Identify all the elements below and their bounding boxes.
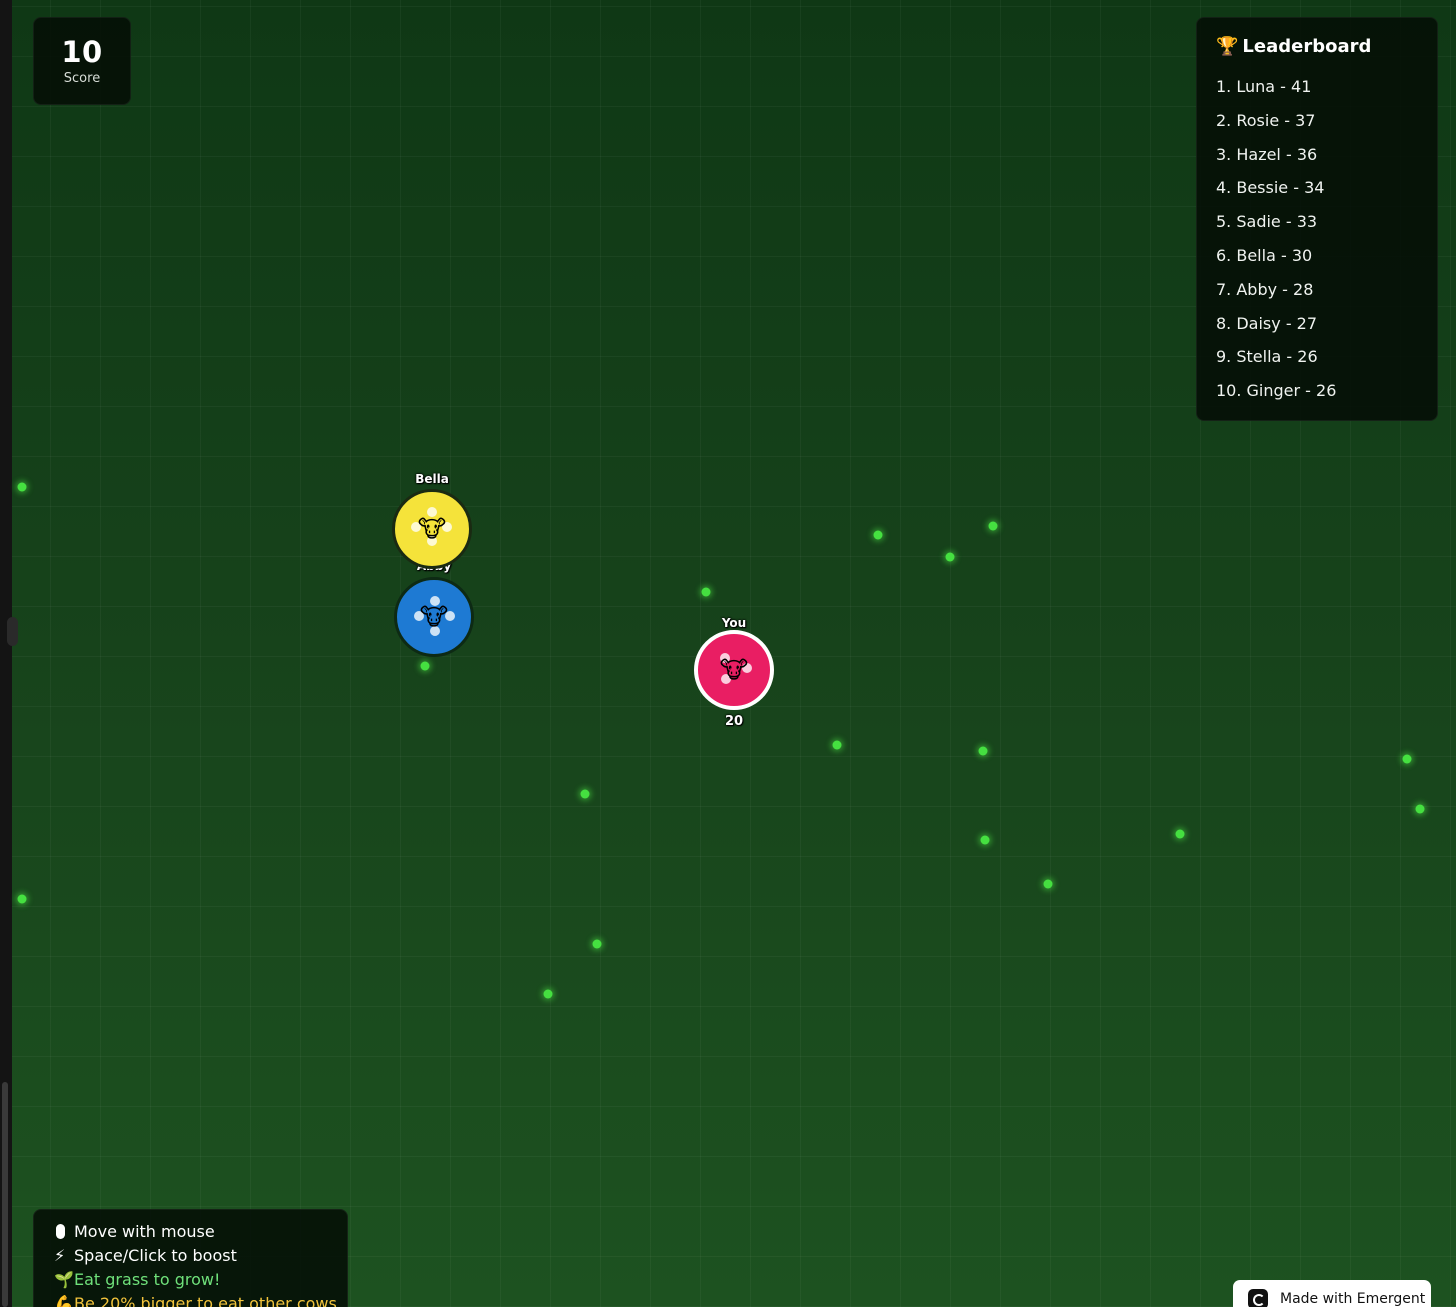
grass-pellet (832, 740, 842, 750)
leaderboard-list: 1. Luna - 41 2. Rosie - 37 3. Hazel - 36… (1216, 76, 1336, 414)
leaderboard-entry: 6. Bella - 30 (1216, 245, 1313, 265)
instruction-eat: 💪Be 20% bigger to eat other cows (54, 1294, 337, 1307)
grass-pellet (580, 789, 590, 799)
leaderboard-entry: 4. Bessie - 34 (1216, 178, 1325, 198)
player-cow: 🐮 (694, 630, 774, 710)
cow-bella: 🐮 (392, 489, 472, 569)
cow-face-icon: 🐮 (417, 515, 447, 543)
grass-pellet (420, 661, 430, 671)
instructions-panel: Move with mouse ⚡ Space/Click to boost 🌱E… (33, 1209, 348, 1307)
grass-pellet (980, 835, 990, 845)
grass-pellet (1415, 804, 1425, 814)
score-panel: 10 Score (33, 17, 131, 105)
badge-label: Made with Emergent (1280, 1291, 1426, 1307)
instruction-text: Eat grass to grow! (74, 1270, 221, 1289)
made-with-emergent-badge[interactable]: Made with Emergent (1233, 1280, 1431, 1307)
leaderboard-entry: 2. Rosie - 37 (1216, 110, 1316, 130)
grass-pellet (945, 552, 955, 562)
instruction-text: Be 20% bigger to eat other cows (74, 1294, 337, 1307)
player-size-label: 20 (724, 714, 744, 729)
grass-pellet (1402, 754, 1412, 764)
leaderboard-entry: 8. Daisy - 27 (1216, 313, 1318, 333)
instruction-boost: ⚡ Space/Click to boost (54, 1246, 237, 1266)
mouse-icon (56, 1224, 65, 1239)
seedling-icon: 🌱 (54, 1270, 74, 1289)
lightning-icon: ⚡ (54, 1246, 66, 1265)
grass-pellet (17, 482, 27, 492)
trophy-icon: 🏆 (1216, 36, 1239, 57)
sidebar-resize-handle[interactable] (7, 617, 18, 646)
game-canvas[interactable]: Abby 🐮 Bella 🐮 You 🐮 20 10 Score 🏆Leader… (0, 0, 1456, 1307)
leaderboard-entry: 10. Ginger - 26 (1216, 381, 1337, 401)
instruction-move: Move with mouse (54, 1222, 215, 1242)
instruction-text: Space/Click to boost (74, 1246, 237, 1265)
grass-pellet (1043, 879, 1053, 889)
leaderboard-title-text: Leaderboard (1242, 36, 1372, 57)
grass-pellet (978, 746, 988, 756)
leaderboard-title: 🏆 Leaderboard (1216, 36, 1371, 58)
leaderboard-entry: 7. Abby - 28 (1216, 279, 1314, 299)
instruction-grow: 🌱Eat grass to grow! (54, 1270, 220, 1290)
instruction-text: Move with mouse (74, 1222, 215, 1241)
grass-pellet (988, 521, 998, 531)
cow-name-label: You (721, 616, 747, 630)
leaderboard-entry: 3. Hazel - 36 (1216, 144, 1318, 164)
grass-pellet (543, 989, 553, 999)
cow-face-icon: 🐮 (719, 656, 749, 684)
leaderboard-entry: 1. Luna - 41 (1216, 77, 1312, 96)
cow-abby: 🐮 (394, 577, 474, 657)
grass-pellet (592, 939, 602, 949)
cow-face-icon: 🐮 (419, 603, 449, 631)
emergent-logo-icon (1248, 1289, 1268, 1307)
leaderboard-panel: 🏆 Leaderboard 1. Luna - 41 2. Rosie - 37 … (1196, 17, 1438, 421)
grass-pellet (1175, 829, 1185, 839)
score-value: 10 (61, 35, 103, 69)
grass-pellet (873, 530, 883, 540)
scrollbar[interactable] (2, 1082, 8, 1307)
grass-pellet (701, 587, 711, 597)
cow-name-label: Bella (415, 472, 449, 486)
grass-pellet (17, 894, 27, 904)
flexed-bicep-icon: 💪 (54, 1294, 74, 1307)
leaderboard-entry: 9. Stella - 26 (1216, 347, 1318, 367)
score-label: Score (63, 71, 101, 86)
leaderboard-entry: 5. Sadie - 33 (1216, 212, 1318, 232)
